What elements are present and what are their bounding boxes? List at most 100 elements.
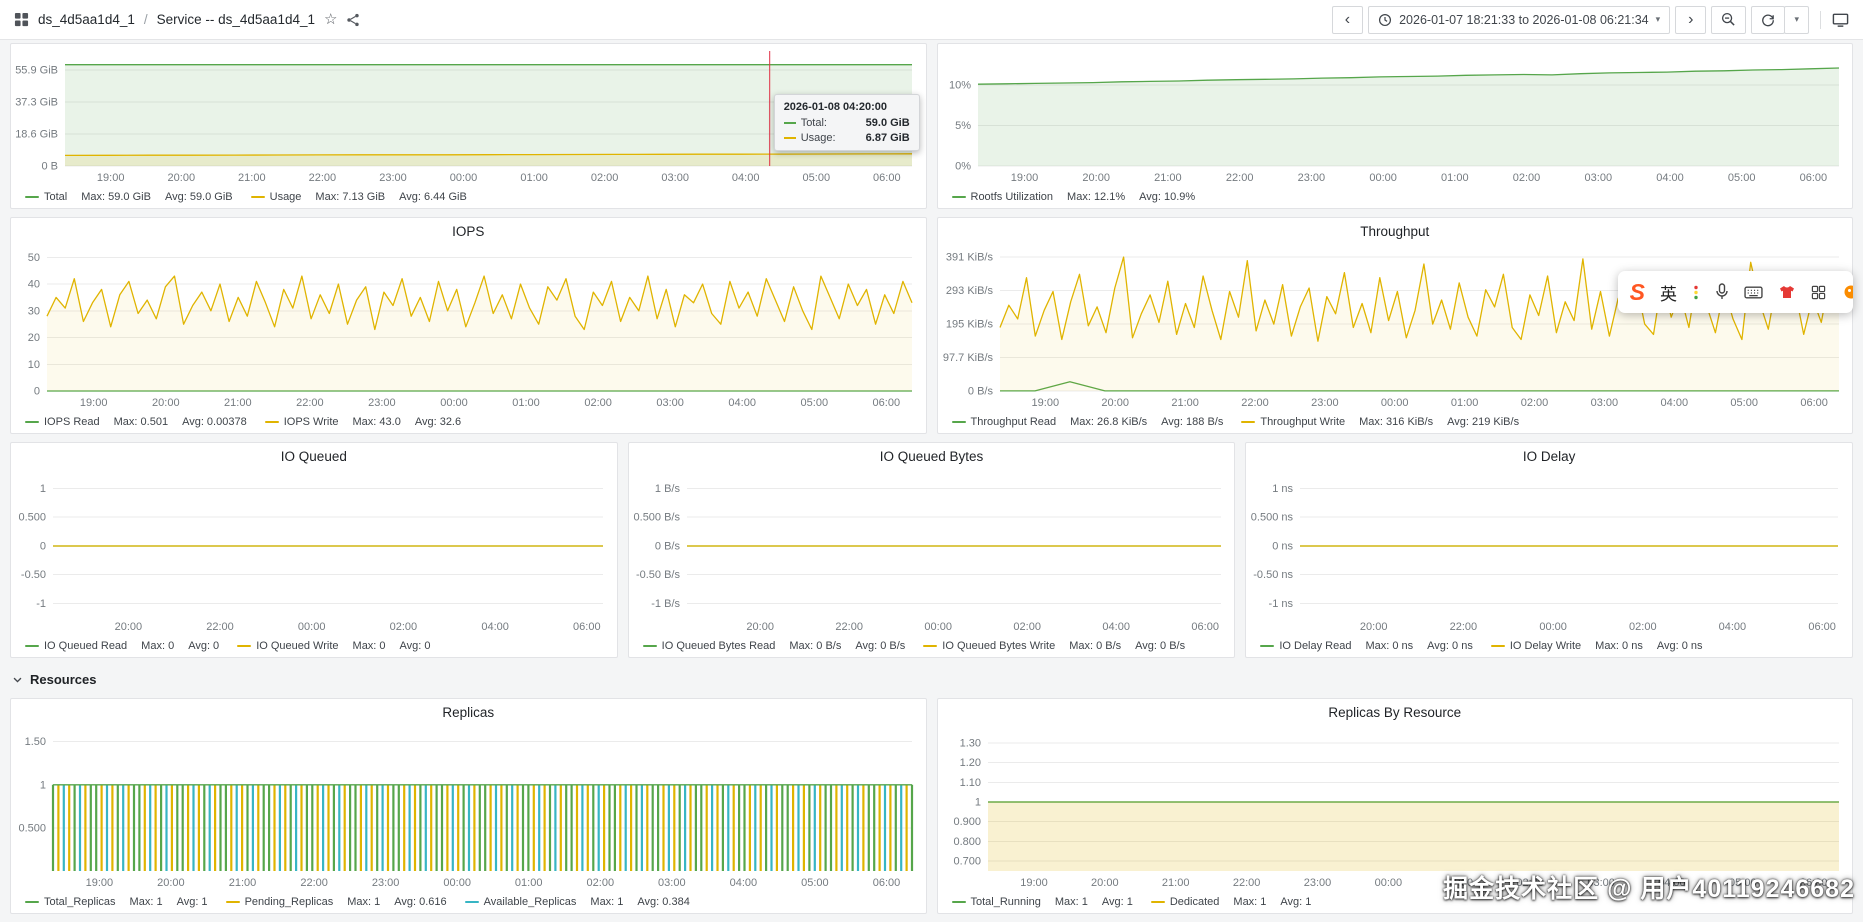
refresh-button[interactable] [1751,5,1786,34]
legend-item[interactable]: IO Queued Bytes Write Max: 0 B/s Avg: 0 B/… [923,640,1185,652]
refresh-interval-button[interactable]: ▾ [1784,5,1809,34]
display-monitor-icon[interactable] [1832,12,1849,28]
sogou-logo-icon[interactable]: S [1630,280,1645,304]
svg-text:391 KiB/s: 391 KiB/s [945,251,993,263]
chart-canvas[interactable]: 0.700 0.800 0.900 1 1.10 1.20 1.30 19:00 20:00 21… [938,726,1853,891]
svg-text:05:00: 05:00 [801,397,829,409]
chart-area[interactable]: 0 B/s 97.7 KiB/s 195 KiB/s 293 KiB/s 391 KiB… [938,245,1853,411]
svg-text:06:00: 06:00 [873,397,901,409]
chart-canvas[interactable]: -1 -0.50 0 0.500 1 20:00 22:00 00:00 02:00 04:00 0… [11,470,617,635]
english-mode-label[interactable]: 英 [1660,280,1677,305]
svg-text:22:00: 22:00 [835,621,863,633]
legend-item[interactable]: Usage Max: 7.13 GiB Avg: 6.44 GiB [250,191,467,203]
chart-area[interactable]: 0.700 0.800 0.900 1 1.10 1.20 1.30 19:00 20:00 21… [938,726,1853,891]
svg-text:1.30: 1.30 [959,737,980,749]
svg-text:22:00: 22:00 [1450,621,1478,633]
svg-text:21:00: 21:00 [1171,397,1199,409]
tooltip-time: 2026-01-08 04:20:00 [783,101,888,113]
soft-keyboard-icon[interactable] [1744,285,1763,300]
chart-canvas[interactable]: -1 B/s -0.50 B/s 0 B/s 0.500 B/s 1 B/s 20:00 2… [629,470,1235,635]
chart-area[interactable]: 0.500 1 1.50 19:00 20:00 21:00 22:00 23:00 00:00… [11,726,926,891]
legend-item[interactable]: Total Max: 59.0 GiB Avg: 59.0 GiB [25,191,233,203]
zoom-out-button[interactable] [1711,5,1747,34]
svg-text:06:00: 06:00 [1191,621,1219,633]
chart-area[interactable]: 0 B 18.6 GiB 37.3 GiB 55.9 GiB 19:00 20:00 21:… [11,44,926,186]
svg-text:0.700: 0.700 [953,856,981,868]
panel-legend: Total Max: 59.0 GiB Avg: 59.0 GiB Usage Max:… [11,186,926,208]
divider [1820,10,1821,29]
panel-replicas: Replicas 0.500 1 1.50 19:00 20:00 21:00 22:00 2… [10,698,927,914]
chart-area[interactable]: -1 B/s -0.50 B/s 0 B/s 0.500 B/s 1 B/s 20:00 2… [629,470,1235,635]
svg-text:04:00: 04:00 [1658,877,1686,889]
chart-canvas[interactable]: 0 B/s 97.7 KiB/s 195 KiB/s 293 KiB/s 391 KiB… [938,245,1853,411]
svg-text:02:00: 02:00 [1512,172,1540,184]
dashboard-body: 0 B 18.6 GiB 37.3 GiB 55.9 GiB 19:00 20:00 21:… [0,40,1863,914]
legend-item[interactable]: IOPS Write Max: 43.0 Avg: 32.6 [264,416,461,428]
legend-item[interactable]: Available_Replicas Max: 1 Avg: 0.384 [464,896,690,908]
svg-text:02:00: 02:00 [587,877,615,889]
skin-shirt-icon[interactable] [1778,284,1796,300]
microphone-icon[interactable] [1715,283,1729,301]
legend-item[interactable]: IO Queued Write Max: 0 Avg: 0 [237,640,431,652]
svg-text:03:00: 03:00 [658,877,686,889]
svg-text:1.10: 1.10 [959,777,980,789]
legend-item[interactable]: Total_Replicas Max: 1 Avg: 1 [25,896,208,908]
toolbox-grid-icon[interactable] [1811,285,1826,300]
legend-item[interactable]: Dedicated Max: 1 Avg: 1 [1150,896,1311,908]
panel-title[interactable]: IOPS [11,218,926,245]
panel-title[interactable]: IO Queued [11,443,617,470]
legend-item[interactable]: IOPS Read Max: 0.501 Avg: 0.00378 [25,416,247,428]
time-shift-back-button[interactable]: ‹ [1331,5,1364,34]
share-icon[interactable] [346,13,360,27]
svg-text:0.900: 0.900 [953,816,981,828]
color-dots-icon[interactable] [1692,284,1700,301]
legend-item[interactable]: Rootfs Utilization Max: 12.1% Avg: 10.9% [951,191,1195,203]
legend-item[interactable]: Pending_Replicas Max: 1 Avg: 0.616 [225,896,447,908]
svg-text:10%: 10% [948,80,970,92]
svg-text:00:00: 00:00 [440,397,468,409]
time-range-button[interactable]: 2026-01-07 18:21:33 to 2026-01-08 06:21:… [1368,5,1671,34]
legend-item[interactable]: IO Delay Write Max: 0 ns Avg: 0 ns [1490,640,1703,652]
panel-title[interactable]: IO Queued Bytes [629,443,1235,470]
chart-area[interactable]: 0% 5% 10% 19:00 20:00 21:00 22:00 23:00 00:00 01:… [938,44,1853,186]
chart-canvas[interactable]: 0.500 1 1.50 19:00 20:00 21:00 22:00 23:00 00:00… [11,726,926,891]
breadcrumb-service[interactable]: Service -- ds_4d5aa1d4_1 [157,12,315,27]
legend-item[interactable]: Throughput Read Max: 26.8 KiB/s Avg: 188 B… [951,416,1223,428]
panel-legend: IO Queued Bytes Read Max: 0 B/s Avg: 0 B/s… [629,635,1235,657]
svg-text:04:00: 04:00 [1719,621,1747,633]
chart-area[interactable]: 0 10 20 30 40 50 19:00 20:00 21:00 22:00 23:00 00:0… [11,245,926,411]
legend-item[interactable]: Total_Running Max: 1 Avg: 1 [951,896,1133,908]
svg-text:22:00: 22:00 [1225,172,1253,184]
panel-title[interactable]: Throughput [938,218,1853,245]
apps-grid-icon[interactable] [14,12,29,27]
svg-text:30: 30 [28,305,40,317]
breadcrumb-dashboard[interactable]: ds_4d5aa1d4_1 [38,12,135,27]
chart-canvas[interactable]: -1 ns -0.50 ns 0 ns 0.500 ns 1 ns 20:00 22:00 0… [1246,470,1852,635]
legend-item[interactable]: IO Queued Bytes Read Max: 0 B/s Avg: 0 B/s [642,640,905,652]
svg-text:06:00: 06:00 [573,621,601,633]
svg-text:02:00: 02:00 [390,621,418,633]
legend-item[interactable]: IO Delay Read Max: 0 ns Avg: 0 ns [1260,640,1473,652]
svg-text:03:00: 03:00 [656,397,684,409]
star-icon[interactable]: ☆ [324,12,337,27]
svg-text:02:00: 02:00 [1516,877,1544,889]
partial-cut-icon[interactable] [1841,284,1853,300]
section-resources[interactable]: Resources [12,666,1853,692]
chart-area[interactable]: -1 ns -0.50 ns 0 ns 0.500 ns 1 ns 20:00 22:00 0… [1246,470,1852,635]
chart-area[interactable]: -1 -0.50 0 0.500 1 20:00 22:00 00:00 02:00 04:00 0… [11,470,617,635]
time-shift-forward-button[interactable]: › [1675,5,1707,34]
panel-title[interactable]: Replicas By Resource [938,699,1853,726]
svg-text:1.20: 1.20 [959,757,980,769]
panel-disk-usage: 0 B 18.6 GiB 37.3 GiB 55.9 GiB 19:00 20:00 21:… [10,43,927,209]
svg-text:06:00: 06:00 [1799,877,1827,889]
panel-io-queued-bytes: IO Queued Bytes -1 B/s -0.50 B/s 0 B/s 0.50… [627,442,1236,658]
panel-legend: Rootfs Utilization Max: 12.1% Avg: 10.9% [938,186,1853,208]
legend-item[interactable]: IO Queued Read Max: 0 Avg: 0 [25,640,219,652]
clock-icon [1378,13,1392,27]
panel-title[interactable]: Replicas [11,699,926,726]
legend-item[interactable]: Throughput Write Max: 316 KiB/s Avg: 219 K… [1241,416,1519,428]
panel-title[interactable]: IO Delay [1246,443,1852,470]
chart-canvas[interactable]: 0 10 20 30 40 50 19:00 20:00 21:00 22:00 23:00 00:0… [11,245,926,411]
chart-canvas[interactable]: 0% 5% 10% 19:00 20:00 21:00 22:00 23:00 00:00 01:… [938,44,1853,186]
chevron-down-icon [13,677,22,683]
